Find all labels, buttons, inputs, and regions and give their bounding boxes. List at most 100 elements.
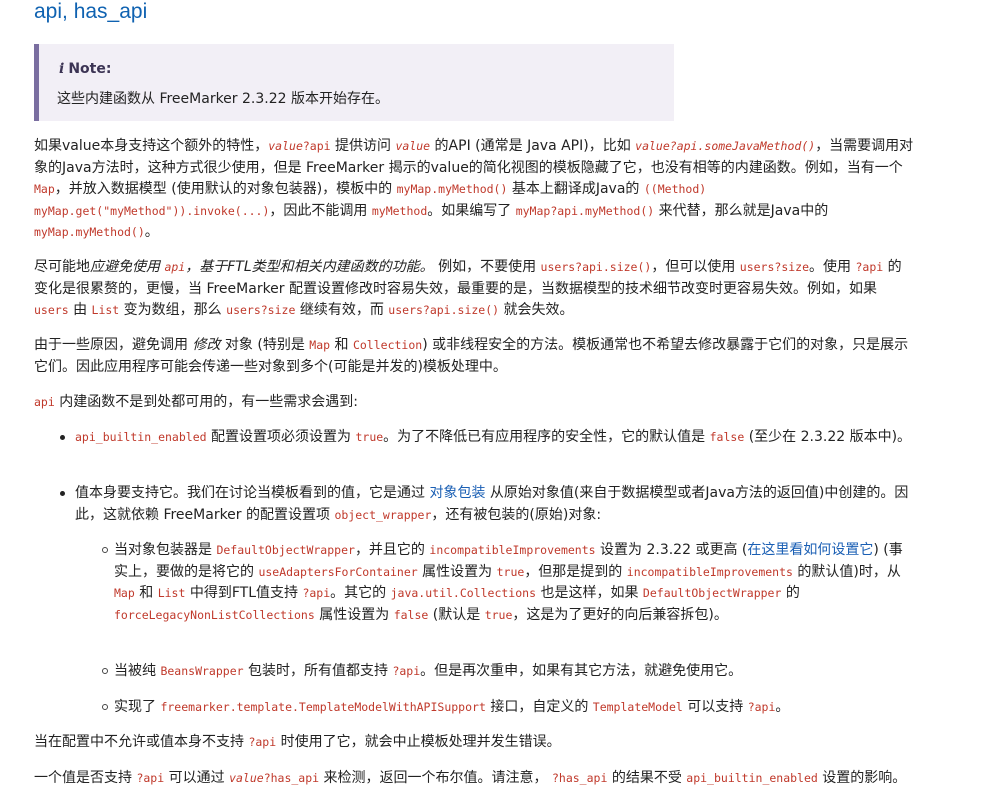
text-run: value xyxy=(229,771,264,785)
text-run: ?api xyxy=(248,735,277,749)
sub-list-item-3-text: 实现了 freemarker.template.TemplateModelWit… xyxy=(114,697,914,719)
text-run: value xyxy=(635,139,670,153)
circle-bullet-icon xyxy=(102,704,108,710)
text-run: api_builtin_enabled xyxy=(75,430,207,444)
text-run: users?size xyxy=(739,260,810,274)
list-item-1: api_builtin_enabled 配置设置项必须设置为 true。为了不降… xyxy=(60,427,915,449)
text-run: 的API (通常是 Java API)，比如 xyxy=(430,138,636,154)
text-run: BeansWrapper xyxy=(160,664,244,678)
text-run: 来代替，那么就是Java中的 xyxy=(654,202,829,219)
text-run: ，因此不能调用 xyxy=(269,202,372,219)
text-run: 当在配置中不允许或值本身不支持 xyxy=(34,734,249,750)
text-run: 接口，自定义的 xyxy=(485,699,593,715)
text-run: 例如，不要使用 xyxy=(433,259,541,275)
text-run: myMap.myMethod() xyxy=(396,182,508,196)
text-run: users?size xyxy=(226,303,296,317)
text-run: 的 xyxy=(781,585,800,601)
paragraph-6: 一个值是否支持 ?api 可以通过 value?has_api 来检测，返回一个… xyxy=(34,768,914,790)
text-run: useAdaptersForContainer xyxy=(258,564,418,579)
text-run: ?api xyxy=(302,139,331,153)
text-run: ?has_api xyxy=(263,771,320,785)
text-run: 中得到FTL值支持 xyxy=(185,585,303,601)
text-run: 基本上翻译成Java的 xyxy=(507,181,644,197)
text-run: DefaultObjectWrapper xyxy=(642,586,782,600)
text-run: 属性设置为 xyxy=(417,563,497,580)
how-to-set-link[interactable]: 在这里看如何设置它 xyxy=(747,542,873,558)
text-run: 。为了不降低已有应用程序的安全性，它的默认值是 xyxy=(383,429,710,445)
text-run: TemplateModel xyxy=(592,700,683,714)
page-header: api, has_api xyxy=(34,0,914,24)
list-item-2: 值本身要支持它。我们在讨论当模板看到的值，它是通过 对象包装 从原始对象值(来自… xyxy=(60,483,915,526)
text-run: ，但可以使用 xyxy=(651,259,740,275)
text-run: ?api xyxy=(302,586,331,600)
text-run: 包装时，所有值都支持 xyxy=(243,663,393,679)
text-run: 由于一些原因，避免调用 xyxy=(34,337,193,353)
text-run: (至少在 2.3.22 版本中)。 xyxy=(744,429,912,445)
note-heading: i Note: xyxy=(59,61,111,77)
text-run: 变为数组，那么 xyxy=(119,302,227,318)
circle-bullet-icon xyxy=(102,547,108,553)
info-icon: i xyxy=(59,61,65,77)
circle-bullet-icon xyxy=(102,668,108,674)
text-run: 修改 xyxy=(192,337,221,353)
text-run: api xyxy=(164,260,186,274)
text-run: ?api.someJavaMethod() xyxy=(669,139,816,153)
text-run: 内建函数不是到处都可用的，有一些需求会遇到: xyxy=(54,394,358,410)
text-run: ，这是为了更好的向后兼容拆包)。 xyxy=(512,606,728,623)
paragraph-4: api 内建函数不是到处都可用的，有一些需求会遇到: xyxy=(34,392,914,414)
text-run: (默认是 xyxy=(428,606,485,623)
text-run: incompatibleImprovements xyxy=(626,564,793,579)
text-run: 就会失效。 xyxy=(499,302,574,318)
list-item-1-text: api_builtin_enabled 配置设置项必须设置为 true。为了不降… xyxy=(75,427,915,449)
text-run: 属性设置为 xyxy=(314,606,394,623)
text-run: users?api.size() xyxy=(388,303,500,317)
text-run: 时使用了它，就会中止模板处理并发生错误。 xyxy=(276,734,561,750)
text-run: 提供访问 xyxy=(330,138,396,154)
sub-list-item-2: 当被纯 BeansWrapper 包装时，所有值都支持 ?api。但是再次重申，… xyxy=(102,661,914,683)
text-run: List xyxy=(157,586,186,600)
text-run: users?api.size() xyxy=(540,260,652,274)
text-run: users xyxy=(34,303,69,317)
text-run: value xyxy=(268,139,303,153)
text-run: ，但那是提到的 xyxy=(524,563,627,580)
bullet-icon xyxy=(60,435,65,440)
text-run: ?has_api xyxy=(551,771,608,785)
note-box: i Note: 这些内建函数从 FreeMarker 2.3.22 版本开始存在。 xyxy=(34,44,674,121)
list-item-2-text: 值本身要支持它。我们在讨论当模板看到的值，它是通过 对象包装 从原始对象值(来自… xyxy=(75,483,915,526)
text-run: 设置为 2.3.22 或更高 ( xyxy=(595,542,748,558)
text-run: 来检测，返回一个布尔值。请注意， xyxy=(319,770,552,786)
text-run: 可以通过 xyxy=(164,770,230,786)
text-run: DefaultObjectWrapper xyxy=(216,543,355,557)
paragraph-1: 如果value本身支持这个额外的特性，value?api 提供访问 value … xyxy=(34,136,914,244)
paragraph-5: 当在配置中不允许或值本身不支持 ?api 时使用了它，就会中止模板处理并发生错误… xyxy=(34,732,914,754)
text-run: ，基于FTL类型和相关内建函数的功能。 xyxy=(185,259,434,275)
text-run: ，并放入数据模型 (使用默认的对象包装器)，模板中的 xyxy=(54,181,397,197)
text-run: 。其它的 xyxy=(330,585,391,601)
object-wrapping-link[interactable]: 对象包装 xyxy=(429,485,485,501)
text-run: 。使用 xyxy=(809,259,856,275)
text-run: ?api xyxy=(392,664,421,678)
text-run: 也是这样，如果 xyxy=(536,585,643,601)
sub-list-item-3: 实现了 freemarker.template.TemplateModelWit… xyxy=(102,697,914,719)
text-run: myMap?api.myMethod() xyxy=(515,203,655,218)
text-run: 当对象包装器是 xyxy=(114,542,217,558)
text-run: ，还有被包装的(原始)对象: xyxy=(431,506,602,523)
text-run: ?api xyxy=(855,260,884,274)
text-run: 值本身要支持它。我们在讨论当模板看到的值，它是通过 xyxy=(75,485,430,501)
text-run: 设置的影响。 xyxy=(817,770,907,786)
text-run: 继续有效，而 xyxy=(295,302,389,318)
text-run: 和 xyxy=(330,337,353,353)
text-run: 配置设置项必须设置为 xyxy=(206,429,356,445)
text-run: 当被纯 xyxy=(114,663,161,679)
text-run: incompatibleImprovements xyxy=(429,543,596,557)
text-run: freemarker.template.TemplateModelWithAPI… xyxy=(160,700,486,714)
text-run: ?api xyxy=(136,771,165,785)
note-body: 这些内建函数从 FreeMarker 2.3.22 版本开始存在。 xyxy=(57,91,389,107)
text-run: Map xyxy=(114,586,135,600)
text-run: Map xyxy=(309,338,331,352)
text-run: 实现了 xyxy=(114,699,161,715)
text-run: 如果value本身支持这个额外的特性， xyxy=(34,138,269,154)
text-run: myMap.myMethod() xyxy=(34,225,145,239)
text-run: List xyxy=(91,303,120,317)
text-run: 应避免使用 xyxy=(90,259,165,275)
